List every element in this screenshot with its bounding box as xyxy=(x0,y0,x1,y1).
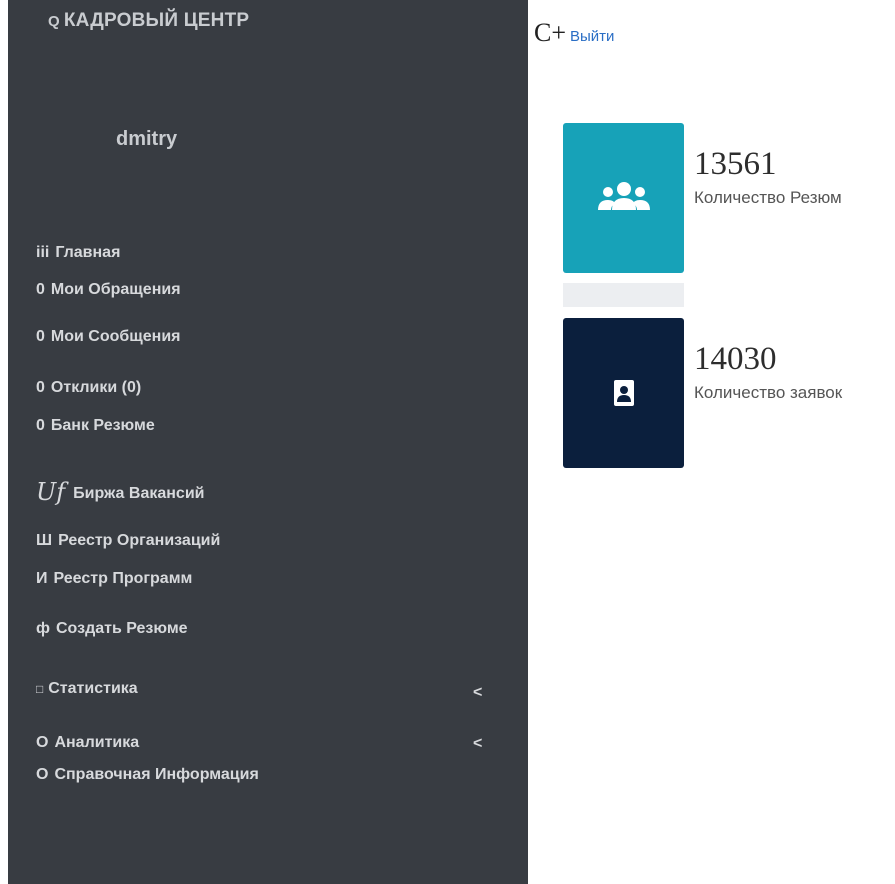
sidebar-item-label: Отклики (0) xyxy=(50,379,142,396)
contact-card-icon xyxy=(563,318,684,468)
sidebar-item-label: Создать Резюме xyxy=(56,620,188,637)
sidebar: Q КАДРОВЫЙ ЦЕНТР dmitry iii Главная 0 Мои О… xyxy=(8,0,528,884)
stat-value-applications: 14030 xyxy=(694,341,777,377)
sidebar-item-label: Мои Сообщения xyxy=(50,328,181,345)
user-add-icon: С+ xyxy=(534,18,567,47)
users-icon xyxy=(563,123,684,273)
sidebar-item-my-messages[interactable]: 0 Мои Сообщения xyxy=(36,328,181,346)
building-icon: Ш xyxy=(36,532,53,549)
chevron-left-icon[interactable]: < xyxy=(473,735,482,753)
circle-icon: О xyxy=(36,766,49,783)
grid-icon: iii xyxy=(36,244,50,261)
sidebar-item-program-registry[interactable]: И Реестр Программ xyxy=(36,570,192,588)
logout-link[interactable]: Выйти xyxy=(570,28,614,45)
stat-value-resumes: 13561 xyxy=(694,146,777,182)
sidebar-item-job-exchange[interactable]: Uf Биржа Вакансий xyxy=(36,478,204,506)
brand-title-text: КАДРОВЫЙ ЦЕНТР xyxy=(63,10,250,31)
sidebar-item-label: Справочная Информация xyxy=(54,766,259,783)
document-icon: ф xyxy=(36,620,50,637)
sidebar-item-org-registry[interactable]: Ш Реестр Организаций xyxy=(36,532,220,550)
sidebar-item-statistics[interactable]: □ Статистика xyxy=(36,680,138,698)
brand-title[interactable]: Q КАДРОВЫЙ ЦЕНТР xyxy=(48,10,249,32)
stat-card-applications[interactable] xyxy=(563,318,684,468)
stat-label-applications: Количество заявок xyxy=(694,383,843,402)
circle-icon: 0 xyxy=(36,417,45,434)
sidebar-item-reference-info[interactable]: О Справочная Информация xyxy=(36,766,259,784)
sidebar-item-label: Реестр Организаций xyxy=(58,532,221,549)
card-divider xyxy=(563,283,684,307)
sidebar-item-label: Аналитика xyxy=(54,734,140,751)
sidebar-item-label: Главная xyxy=(55,244,121,261)
sidebar-item-responses[interactable]: 0 Отклики (0) xyxy=(36,379,141,397)
circle-icon: О xyxy=(36,734,49,751)
sidebar-item-label: Мои Обращения xyxy=(50,281,181,298)
chart-icon: □ xyxy=(36,682,44,696)
stat-card-resumes[interactable] xyxy=(563,123,684,273)
circle-icon: 0 xyxy=(36,281,45,298)
sidebar-item-resume-bank[interactable]: 0 Банк Резюме xyxy=(36,417,155,435)
brand-icon: Q xyxy=(48,13,60,30)
circle-icon: 0 xyxy=(36,379,45,396)
chevron-left-icon[interactable]: < xyxy=(473,684,482,702)
username: dmitry xyxy=(116,128,178,150)
sidebar-item-label: Реестр Программ xyxy=(53,570,193,587)
sidebar-item-home[interactable]: iii Главная xyxy=(36,244,120,262)
sidebar-item-create-resume[interactable]: ф Создать Резюме xyxy=(36,620,188,638)
list-icon: И xyxy=(36,570,48,587)
stat-label-resumes: Количество Резюм xyxy=(694,188,842,207)
briefcase-icon: Uf xyxy=(36,478,66,506)
circle-icon: 0 xyxy=(36,328,45,345)
top-bar: С+ Выйти xyxy=(534,18,614,48)
sidebar-item-label: Банк Резюме xyxy=(50,417,155,434)
sidebar-item-label: Биржа Вакансий xyxy=(73,485,205,502)
sidebar-item-my-requests[interactable]: 0 Мои Обращения xyxy=(36,281,181,299)
sidebar-item-analytics[interactable]: О Аналитика xyxy=(36,734,139,752)
sidebar-item-label: Статистика xyxy=(48,680,138,697)
